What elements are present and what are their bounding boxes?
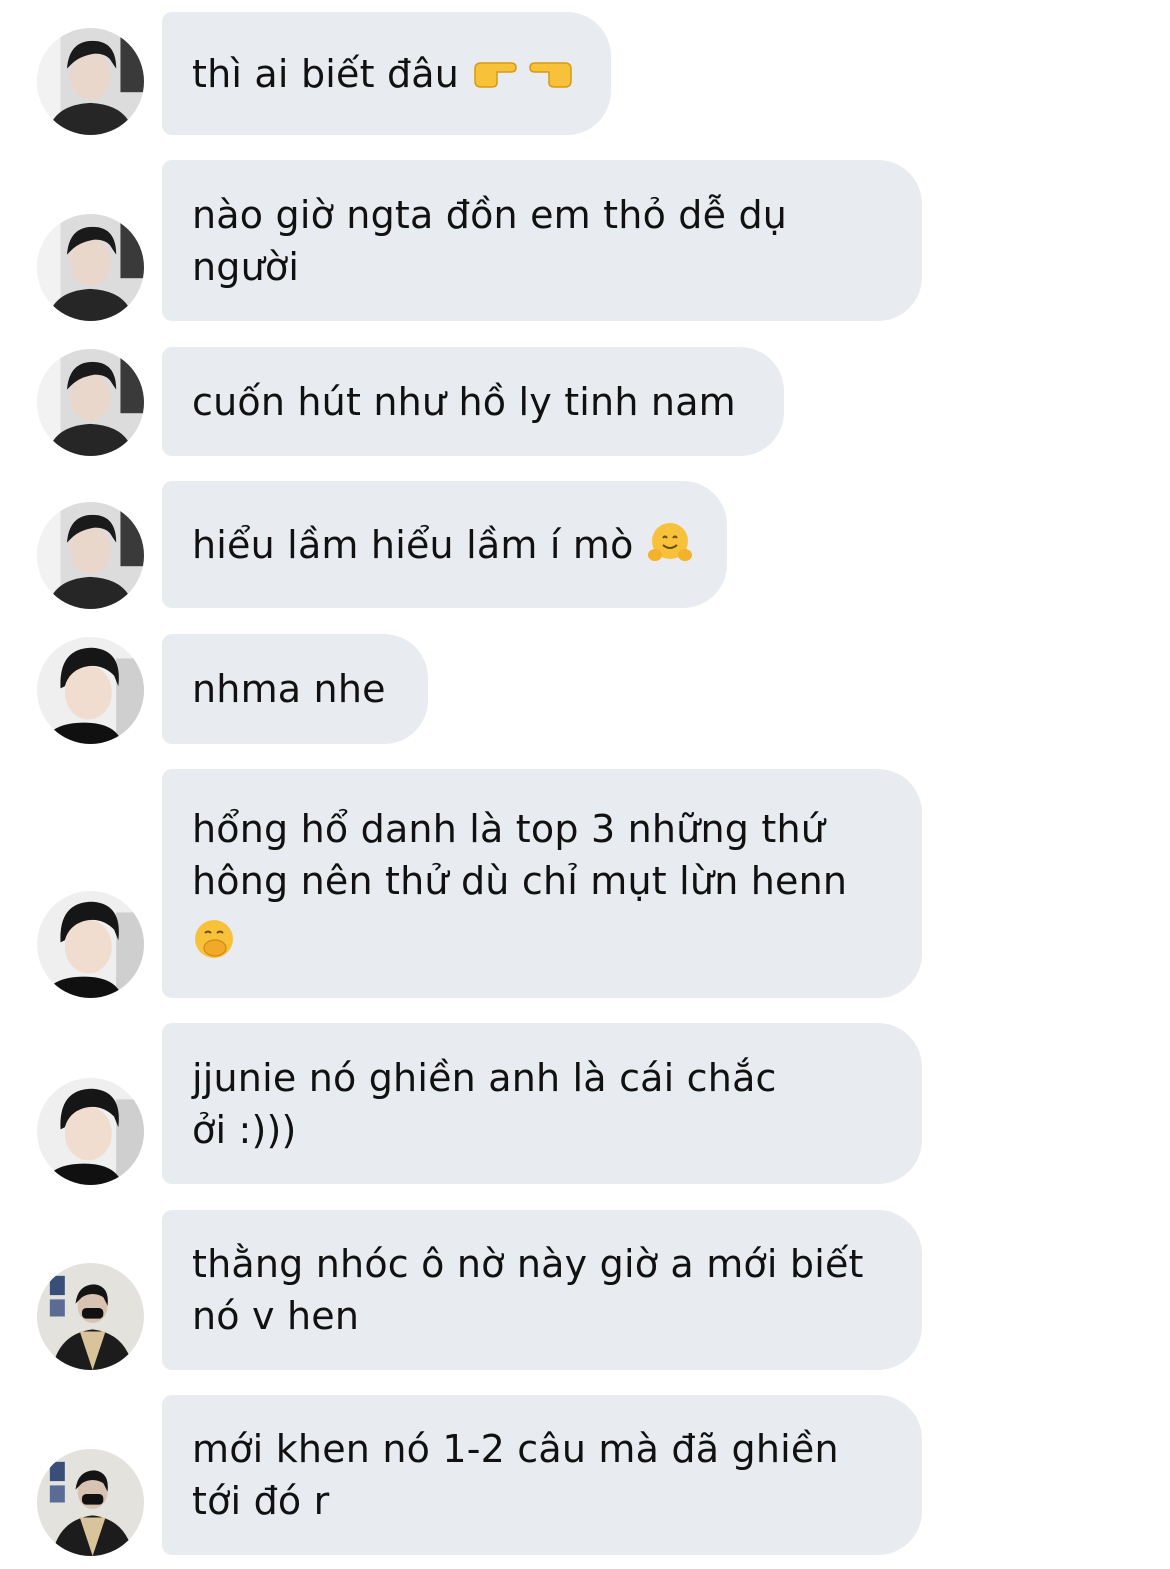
message-text: mới khen nó 1-2 câu mà đã ghiền tới đó r: [192, 1427, 839, 1523]
message-text: jjunie nó ghiền anh là cái chắc ởi :))): [192, 1055, 777, 1152]
avatar-user-a[interactable]: [37, 28, 144, 135]
message-bubble[interactable]: cuốn hút như hồ ly tinh nam: [162, 347, 784, 456]
message-text: hổng hổ danh là top 3 những thứ hông nên…: [192, 806, 848, 903]
pointing-left-emoji: [529, 55, 573, 93]
hugging-face-emoji: [647, 521, 692, 569]
message-bubble[interactable]: nhma nhe: [162, 634, 428, 744]
message-bubble[interactable]: thằng nhóc ô nờ này giờ a mới biết nó v …: [162, 1210, 922, 1370]
message-bubble[interactable]: nào giờ ngta đồn em thỏ dễ dụ người: [162, 160, 922, 321]
message-text: thì ai biết đâu: [192, 51, 460, 96]
message-bubble[interactable]: thì ai biết đâu: [162, 12, 611, 135]
avatar-user-b[interactable]: [37, 891, 144, 998]
message-text: thằng nhóc ô nờ này giờ a mới biết nó v …: [192, 1242, 864, 1338]
message-text: cuốn hút như hồ ly tinh nam: [192, 379, 736, 424]
avatar-user-c[interactable]: [37, 1263, 144, 1370]
message-text: nhma nhe: [192, 667, 386, 711]
avatar-user-c[interactable]: [37, 1449, 144, 1556]
avatar-user-b[interactable]: [37, 637, 144, 744]
message-text: hiểu lầm hiểu lầm í mò: [192, 522, 634, 567]
message-bubble[interactable]: jjunie nó ghiền anh là cái chắc ởi :))): [162, 1023, 922, 1184]
face-with-hand-over-mouth-emoji: [192, 917, 236, 965]
avatar-user-a[interactable]: [37, 214, 144, 321]
avatar-user-a[interactable]: [37, 502, 144, 609]
message-bubble[interactable]: hổng hổ danh là top 3 những thứ hông nên…: [162, 769, 922, 998]
avatar-user-a[interactable]: [37, 349, 144, 456]
pointing-right-emoji: [473, 55, 517, 93]
message-text: nào giờ ngta đồn em thỏ dễ dụ người: [192, 192, 788, 289]
message-bubble[interactable]: hiểu lầm hiểu lầm í mò: [162, 481, 727, 608]
message-bubble[interactable]: mới khen nó 1-2 câu mà đã ghiền tới đó r: [162, 1395, 922, 1555]
avatar-user-b[interactable]: [37, 1078, 144, 1185]
